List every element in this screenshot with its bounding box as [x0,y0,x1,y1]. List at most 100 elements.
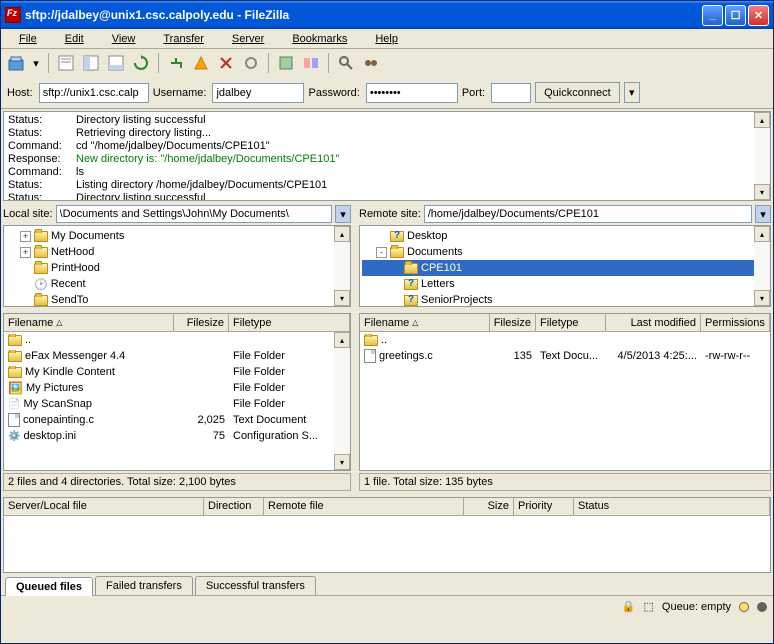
folder-icon [34,263,48,274]
pictures-icon: 🖼️ [8,381,23,395]
local-site-label: Local site: [3,208,53,220]
tree-item[interactable]: 🕑Recent [6,276,348,292]
file-row[interactable]: .. [4,332,350,348]
quickconnect-dropdown[interactable]: ▾ [624,82,640,103]
tree-item[interactable]: Desktop [362,228,768,244]
rcol-filename[interactable]: Filename △ [360,314,490,331]
scroll-up-button[interactable]: ▴ [754,112,770,128]
local-site-dropdown[interactable]: ▾ [335,205,351,223]
col-filesize[interactable]: Filesize [174,314,229,331]
tab-successful-transfers[interactable]: Successful transfers [195,576,316,595]
menu-file[interactable]: File [5,31,51,47]
local-site-input[interactable] [56,205,332,223]
tree-item[interactable]: SendTo [6,292,348,307]
reconnect-button[interactable] [240,52,262,74]
file-row[interactable]: 🖼️My PicturesFile Folder [4,380,350,396]
folder-icon [390,247,404,258]
local-file-scrollbar[interactable]: ▴▾ [334,332,350,470]
cancel-button[interactable] [190,52,212,74]
file-row[interactable]: 📄My ScanSnapFile Folder [4,396,350,412]
rcol-modified[interactable]: Last modified [606,314,701,331]
tree-item[interactable]: SeniorProjects [362,292,768,307]
search-button[interactable] [335,52,357,74]
port-input[interactable] [491,83,531,103]
qcol-server[interactable]: Server/Local file [4,498,204,515]
transfer-queue[interactable]: Server/Local file Direction Remote file … [3,497,771,573]
remote-tree[interactable]: Desktop-DocumentsCPE101LettersSeniorProj… [359,225,771,307]
rcol-filesize[interactable]: Filesize [490,314,536,331]
remote-tree-scrollbar[interactable]: ▴▾ [754,226,770,306]
queue-header: Server/Local file Direction Remote file … [4,498,770,516]
toggle-log-button[interactable] [55,52,77,74]
file-row[interactable]: My Kindle ContentFile Folder [4,364,350,380]
binoculars-button[interactable] [360,52,382,74]
rcol-permissions[interactable]: Permissions [701,314,770,331]
minimize-button[interactable]: _ [702,5,723,26]
remote-site-dropdown[interactable]: ▾ [755,205,771,223]
host-input[interactable] [39,83,149,103]
qcol-remote[interactable]: Remote file [264,498,464,515]
log-line: Status:Directory listing successful [8,114,766,127]
local-filelist[interactable]: Filename △ Filesize Filetype ..eFax Mess… [3,313,351,471]
file-row[interactable]: .. [360,332,770,348]
close-button[interactable]: ✕ [748,5,769,26]
quickconnect-button[interactable]: Quickconnect [535,82,620,103]
compare-button[interactable] [300,52,322,74]
col-filename[interactable]: Filename △ [4,314,174,331]
qcol-direction[interactable]: Direction [204,498,264,515]
toggle-tree-button[interactable] [80,52,102,74]
tree-item[interactable]: CPE101 [362,260,768,276]
site-manager-button[interactable] [5,52,27,74]
tree-expand-button[interactable]: + [20,231,31,242]
menu-bookmarks[interactable]: Bookmarks [278,31,361,47]
log-scrollbar[interactable]: ▴ ▾ [754,112,770,200]
site-manager-dropdown[interactable]: ▾ [30,52,42,74]
file-row[interactable]: greetings.c135Text Docu...4/5/2013 4:25:… [360,348,770,364]
menu-view[interactable]: View [98,31,150,47]
local-file-header: Filename △ Filesize Filetype [4,314,350,332]
qcol-status[interactable]: Status [574,498,770,515]
username-input[interactable] [212,83,304,103]
process-queue-button[interactable] [165,52,187,74]
local-tree[interactable]: +My Documents+NetHoodPrintHood🕑RecentSen… [3,225,351,307]
tree-item[interactable]: +NetHood [6,244,348,260]
maximize-button[interactable]: ☐ [725,5,746,26]
up-folder-icon [8,335,22,346]
disconnect-button[interactable] [215,52,237,74]
help-folder-icon [404,295,418,306]
menu-edit[interactable]: Edit [51,31,98,47]
refresh-button[interactable] [130,52,152,74]
folder-icon [34,247,48,258]
tree-expand-button[interactable]: - [376,247,387,258]
file-row[interactable]: conepainting.c2,025Text Document [4,412,350,428]
menu-transfer[interactable]: Transfer [149,31,218,47]
remote-site-row: Remote site: ▾ [357,203,773,225]
message-log[interactable]: Status:Directory listing successfulStatu… [3,111,771,201]
menu-bar: File Edit View Transfer Server Bookmarks… [1,29,773,49]
password-input[interactable] [366,83,458,103]
tree-item[interactable]: PrintHood [6,260,348,276]
scroll-down-button[interactable]: ▾ [754,184,770,200]
folder-icon [34,295,48,306]
remote-site-input[interactable] [424,205,752,223]
tree-item[interactable]: +My Documents [6,228,348,244]
file-row[interactable]: ⚙️desktop.ini75Configuration S... [4,428,350,444]
filter-button[interactable] [275,52,297,74]
menu-server[interactable]: Server [218,31,278,47]
window-title: sftp://jdalbey@unix1.csc.calpoly.edu - F… [25,8,702,22]
col-filetype[interactable]: Filetype [229,314,350,331]
toggle-queue-button[interactable] [105,52,127,74]
tab-queued-files[interactable]: Queued files [5,577,93,596]
remote-status: 1 file. Total size: 135 bytes [359,473,771,491]
menu-help[interactable]: Help [361,31,412,47]
tree-expand-button[interactable]: + [20,247,31,258]
tree-item[interactable]: Letters [362,276,768,292]
tree-item[interactable]: -Documents [362,244,768,260]
remote-filelist[interactable]: Filename △ Filesize Filetype Last modifi… [359,313,771,471]
rcol-filetype[interactable]: Filetype [536,314,606,331]
tab-failed-transfers[interactable]: Failed transfers [95,576,193,595]
qcol-priority[interactable]: Priority [514,498,574,515]
local-tree-scrollbar[interactable]: ▴▾ [334,226,350,306]
file-row[interactable]: eFax Messenger 4.4File Folder [4,348,350,364]
qcol-size[interactable]: Size [464,498,514,515]
